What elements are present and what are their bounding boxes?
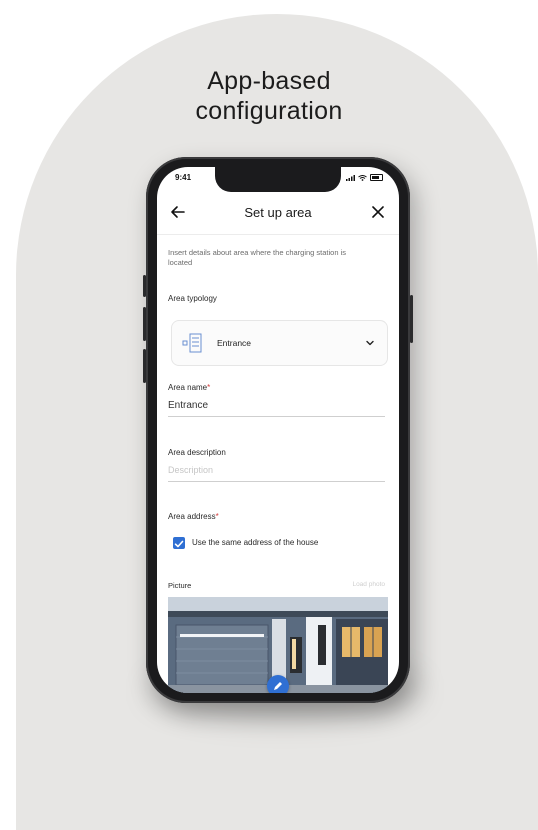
phone-volume-up-button xyxy=(143,307,146,341)
load-photo-link[interactable]: Load photo xyxy=(352,581,385,588)
same-address-checkbox[interactable] xyxy=(173,537,185,549)
area-address-label-text: Area address xyxy=(168,512,216,521)
pencil-icon xyxy=(274,682,282,690)
headline-line-2: configuration xyxy=(195,97,343,125)
phone-mute-button xyxy=(143,275,146,297)
wifi-icon xyxy=(358,174,367,181)
area-name-input[interactable]: Entrance xyxy=(168,400,208,411)
phone-screen: 9:41 Set up area Insert details about ar… xyxy=(157,167,399,693)
building-entrance-icon xyxy=(182,333,202,353)
form-description: Insert details about area where the char… xyxy=(168,248,347,267)
area-description-underline xyxy=(168,481,385,482)
same-address-label: Use the same address of the house xyxy=(192,538,319,547)
area-name-label: Area name* xyxy=(168,383,210,392)
phone-mockup: 9:41 Set up area Insert details about ar… xyxy=(143,157,413,703)
phone-power-button xyxy=(410,295,413,343)
headline-line-1: App-based xyxy=(207,67,331,95)
required-mark: * xyxy=(215,512,219,521)
close-icon[interactable] xyxy=(369,203,387,221)
app-bar-title: Set up area xyxy=(244,205,312,220)
area-typology-select[interactable]: Entrance xyxy=(171,320,388,366)
app-bar-divider xyxy=(157,234,399,235)
area-name-label-text: Area name xyxy=(168,383,208,392)
chevron-down-icon xyxy=(366,340,374,346)
status-time: 9:41 xyxy=(175,173,192,182)
checkmark-icon xyxy=(174,540,184,548)
edit-picture-button[interactable] xyxy=(267,675,289,693)
area-description-label: Area description xyxy=(168,448,226,457)
same-address-option[interactable]: Use the same address of the house xyxy=(173,536,393,552)
app-bar: Set up area xyxy=(157,197,399,231)
area-typology-value: Entrance xyxy=(217,338,252,348)
picture-label: Picture xyxy=(168,581,192,590)
battery-icon xyxy=(370,174,383,181)
status-icons xyxy=(346,174,383,181)
area-name-underline xyxy=(168,416,385,417)
signal-icon xyxy=(346,174,355,181)
required-mark: * xyxy=(207,383,211,392)
phone-notch xyxy=(215,167,341,192)
area-typology-label: Area typology xyxy=(168,294,217,303)
area-address-label: Area address* xyxy=(168,512,219,521)
area-description-input[interactable]: Description xyxy=(168,465,213,475)
headline: App-based configuration xyxy=(0,66,538,126)
phone-volume-down-button xyxy=(143,349,146,383)
